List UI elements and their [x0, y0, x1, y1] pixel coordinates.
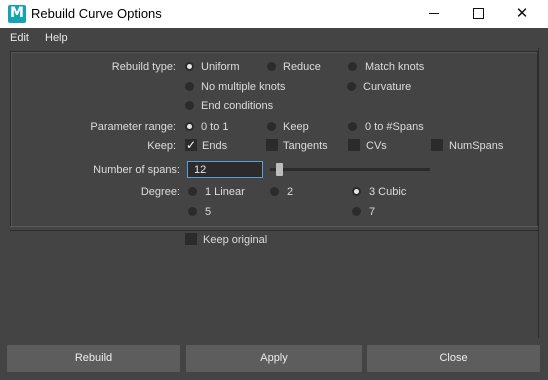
menu-edit[interactable]: Edit — [10, 32, 29, 44]
minimize-icon — [429, 13, 439, 14]
radio-curvature[interactable] — [347, 82, 356, 91]
no-multiple-knots-label: No multiple knots — [201, 81, 286, 93]
end-conditions-label: End conditions — [201, 100, 274, 112]
menu-help[interactable]: Help — [45, 32, 68, 44]
radio-7[interactable] — [352, 207, 361, 216]
menu-bar: Edit Help — [0, 28, 548, 48]
0-to-1-label: 0 to 1 — [201, 121, 229, 133]
maximize-button[interactable] — [456, 0, 500, 28]
minimize-button[interactable] — [412, 0, 456, 28]
spans-slider-track[interactable] — [270, 168, 430, 171]
radio-reduce[interactable] — [267, 62, 276, 71]
radio-end-conditions[interactable] — [185, 101, 194, 110]
tangents-label: Tangents — [283, 140, 328, 152]
rebuild-type-label: Rebuild type: — [111, 61, 176, 73]
match-knots-label: Match knots — [365, 61, 425, 73]
keep-range-label: Keep — [283, 121, 309, 133]
close-icon: ✕ — [515, 4, 529, 22]
degree-5-label: 5 — [205, 206, 212, 218]
uniform-label: Uniform — [201, 61, 240, 73]
keep-original-checkbox[interactable] — [185, 233, 197, 245]
numspans-checkbox[interactable] — [431, 139, 443, 151]
apply-button[interactable]: Apply — [186, 345, 362, 372]
radio-match-knots[interactable] — [348, 62, 357, 71]
radio-keep[interactable] — [267, 122, 276, 131]
spans-slider-handle[interactable] — [276, 163, 283, 176]
panel-edge — [538, 48, 539, 338]
title-bar: M Rebuild Curve Options ✕ — [0, 0, 548, 28]
keep-label: Keep: — [147, 140, 176, 152]
ends-label: Ends — [202, 140, 228, 152]
curvature-label: Curvature — [363, 81, 412, 93]
window-close-button[interactable]: ✕ — [500, 0, 544, 28]
tangents-checkbox[interactable] — [266, 139, 278, 151]
divider-shadow — [10, 230, 538, 231]
degree-label: Degree: — [140, 186, 180, 198]
ends-checkbox[interactable]: ✓ — [185, 139, 197, 151]
rebuild-button[interactable]: Rebuild — [7, 345, 180, 372]
0-to-spans-label: 0 to #Spans — [365, 121, 424, 133]
cvs-checkbox[interactable] — [348, 139, 360, 151]
divider — [10, 226, 538, 227]
maya-app-icon: M — [8, 5, 26, 23]
radio-2[interactable] — [270, 187, 279, 196]
numspans-label: NumSpans — [449, 140, 504, 152]
number-of-spans-label: Number of spans: — [93, 164, 180, 176]
radio-1-linear[interactable] — [188, 187, 197, 196]
number-of-spans-field[interactable] — [187, 161, 263, 178]
reduce-label: Reduce — [283, 61, 321, 73]
radio-0-to-spans[interactable] — [348, 122, 357, 131]
cvs-label: CVs — [366, 140, 387, 152]
window-title: Rebuild Curve Options — [31, 6, 162, 21]
degree-2-label: 2 — [287, 186, 294, 198]
radio-3-cubic[interactable] — [352, 187, 361, 196]
degree-7-label: 7 — [369, 206, 376, 218]
keep-original-label: Keep original — [203, 234, 268, 246]
radio-5[interactable] — [188, 207, 197, 216]
radio-uniform[interactable] — [185, 62, 194, 71]
1-linear-label: 1 Linear — [205, 186, 245, 198]
3-cubic-label: 3 Cubic — [369, 186, 407, 198]
parameter-range-label: Parameter range: — [90, 121, 176, 133]
maximize-icon — [473, 8, 484, 19]
radio-0-to-1[interactable] — [185, 122, 194, 131]
radio-no-multiple-knots[interactable] — [185, 82, 194, 91]
close-button[interactable]: Close — [367, 345, 540, 372]
